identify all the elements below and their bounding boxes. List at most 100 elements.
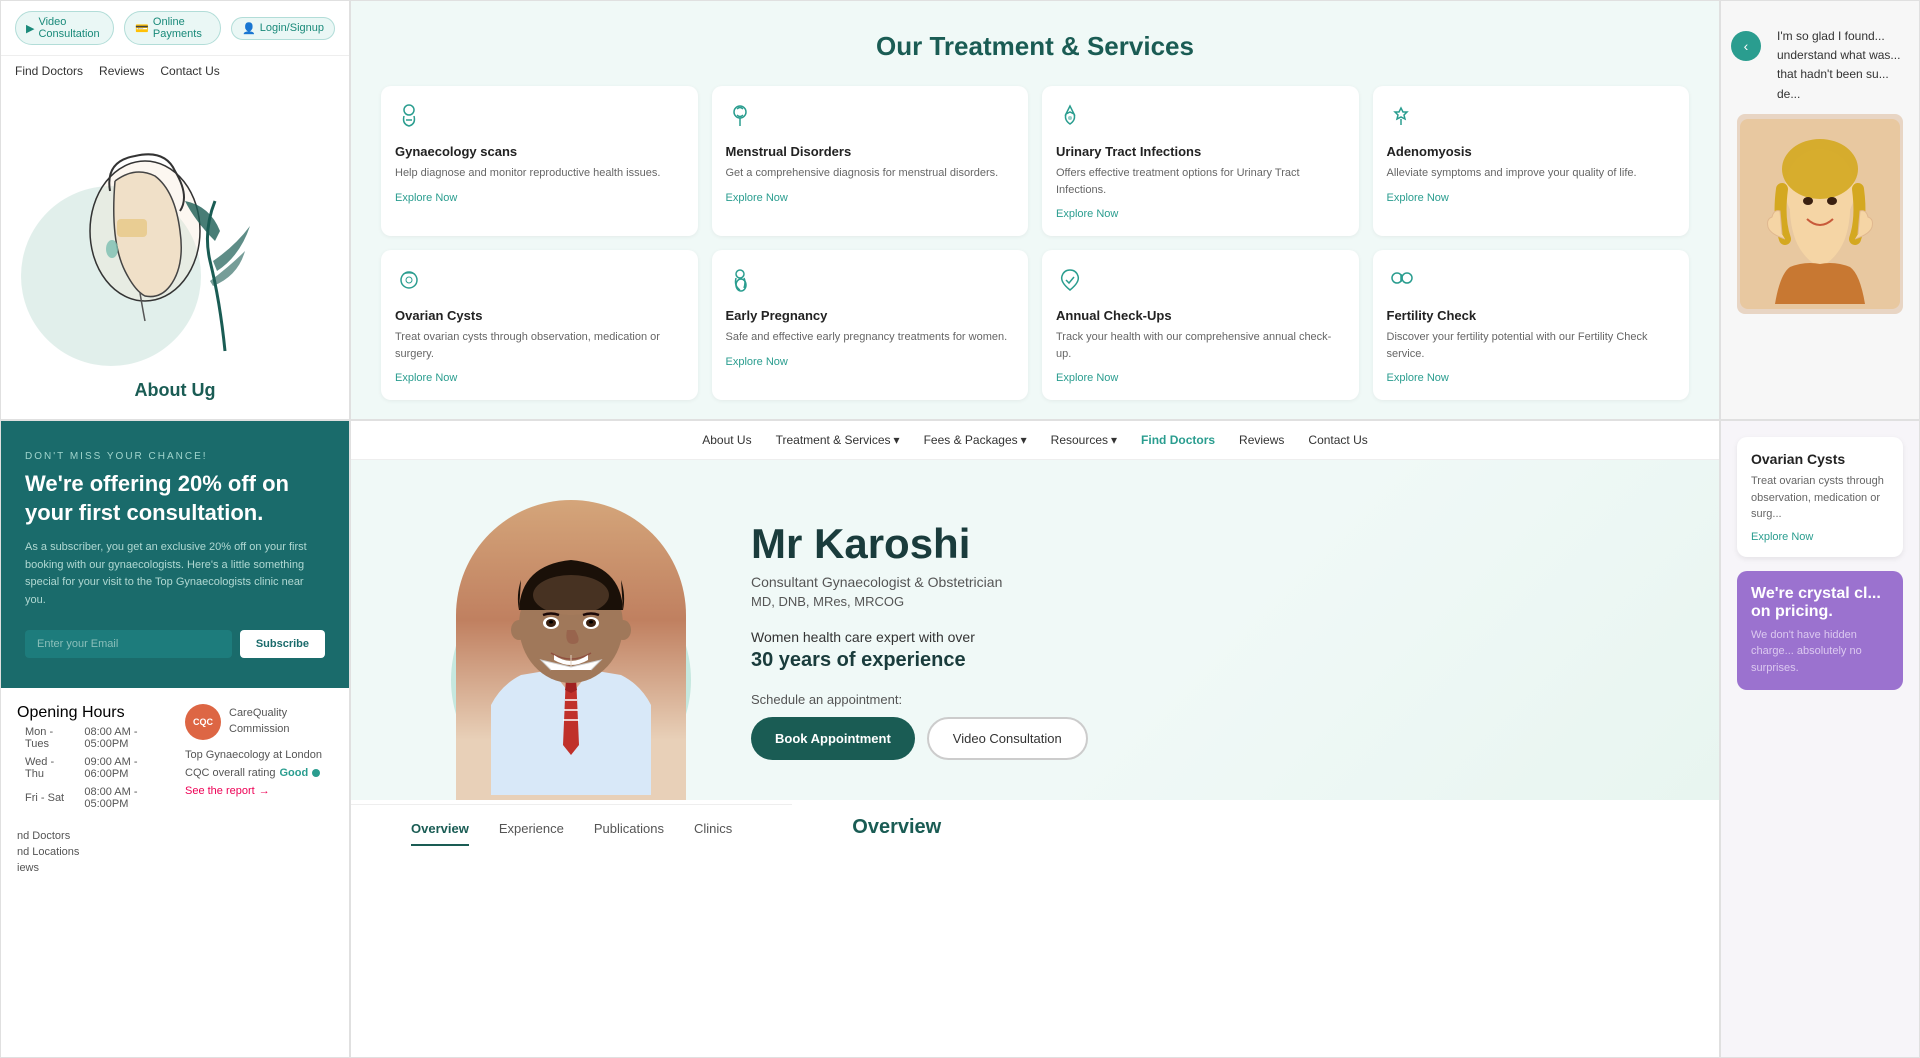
payment-icon: 💳: [135, 22, 149, 35]
chevron-down-icon-1: ▾: [894, 433, 900, 447]
user-icon: 👤: [242, 22, 256, 35]
doctor-title: Consultant Gynaecologist & Obstetrician: [751, 574, 1659, 590]
service-menstrual-disorders: Menstrual Disorders Get a comprehensive …: [712, 86, 1029, 236]
explore-8[interactable]: Explore Now: [1387, 372, 1676, 384]
nav-reviews[interactable]: Reviews: [99, 64, 144, 78]
explore-2[interactable]: Explore Now: [726, 192, 1015, 204]
video-consultation-button[interactable]: Video Consultation: [927, 717, 1088, 760]
tab-publications[interactable]: Publications: [594, 821, 664, 846]
hours-row-2: Wed - Thu 09:00 AM - 06:00PM: [19, 754, 173, 782]
ovarian-cysts-card: Ovarian Cysts Treat ovarian cysts throug…: [1737, 437, 1903, 557]
service-fertility-check: Fertility Check Discover your fertility …: [1373, 250, 1690, 400]
adenomyosis-icon: [1387, 102, 1676, 136]
explore-4[interactable]: Explore Now: [1387, 192, 1676, 204]
cqc-circle-logo: CQC: [185, 704, 221, 740]
service-uti: Urinary Tract Infections Offers effectiv…: [1042, 86, 1359, 236]
promo-desc: As a subscriber, you get an exclusive 20…: [25, 539, 325, 609]
opening-hours-title: Opening Hours: [17, 704, 175, 722]
time-3: 08:00 AM - 05:00PM: [78, 784, 173, 812]
chevron-down-icon-2: ▾: [1021, 433, 1027, 447]
nav-find-doctors[interactable]: Find Doctors: [15, 64, 83, 78]
doctor-info: Mr Karoshi Consultant Gynaecologist & Ob…: [711, 480, 1659, 800]
explore-3[interactable]: Explore Now: [1056, 208, 1345, 220]
panel-bottom-left: DON'T MISS YOUR CHANCE! We're offering 2…: [0, 420, 350, 1058]
hero-illustration: [1, 86, 349, 386]
footer-nav-reviews[interactable]: iews: [17, 862, 175, 874]
testimonial-text: I'm so glad I found... understand what w…: [1777, 27, 1903, 104]
secondary-nav: Find Doctors Reviews Contact Us: [1, 56, 349, 86]
video-icon: ▶: [26, 22, 34, 35]
footer-nav-locations[interactable]: nd Locations: [17, 846, 175, 858]
back-button[interactable]: ‹: [1731, 31, 1761, 61]
doctor-panel: About Us Treatment & Services ▾ Fees & P…: [350, 420, 1720, 1058]
nav-fees-packages[interactable]: Fees & Packages ▾: [924, 433, 1027, 447]
service-title-2: Menstrual Disorders: [726, 144, 1015, 159]
tab-overview[interactable]: Overview: [411, 821, 469, 846]
overview-tabs-container: Overview Experience Publications Clinics: [351, 804, 792, 862]
explore-6[interactable]: Explore Now: [726, 356, 1015, 368]
see-report-link[interactable]: See the report →: [185, 785, 333, 797]
uti-icon: [1056, 102, 1345, 136]
service-desc-2: Get a comprehensive diagnosis for menstr…: [726, 165, 1015, 182]
fertility-icon: [1387, 266, 1676, 300]
service-early-pregnancy: Early Pregnancy Safe and effective early…: [712, 250, 1029, 400]
explore-1[interactable]: Explore Now: [395, 192, 684, 204]
time-1: 08:00 AM - 05:00PM: [78, 724, 173, 752]
panel-top-left: ▶ Video Consultation 💳 Online Payments 👤…: [0, 0, 350, 420]
explore-5[interactable]: Explore Now: [395, 372, 684, 384]
services-title: Our Treatment & Services: [381, 31, 1689, 62]
service-desc-8: Discover your fertility potential with o…: [1387, 329, 1676, 362]
subscribe-button[interactable]: Subscribe: [240, 630, 325, 658]
nav-contact[interactable]: Contact Us: [160, 64, 219, 78]
tab-clinics[interactable]: Clinics: [694, 821, 732, 846]
time-2: 09:00 AM - 06:00PM: [78, 754, 173, 782]
login-signup-btn[interactable]: 👤 Login/Signup: [231, 17, 335, 40]
cqc-name: CareQualityCommission: [229, 706, 290, 737]
nav-about-us[interactable]: About Us: [702, 433, 751, 447]
menstrual-icon: [726, 102, 1015, 136]
cqc-location: Top Gynaecology at London: [185, 748, 333, 763]
doctor-appointment-label: Schedule an appointment:: [751, 692, 1659, 707]
ovarian-icon: [395, 266, 684, 300]
book-appointment-button[interactable]: Book Appointment: [751, 717, 915, 760]
service-desc-5: Treat ovarian cysts through observation,…: [395, 329, 684, 362]
doctor-exp-years: 30 years of experience: [751, 649, 1659, 672]
arrow-right-icon: →: [259, 785, 270, 797]
tab-experience[interactable]: Experience: [499, 821, 564, 846]
video-consultation-btn[interactable]: ▶ Video Consultation: [15, 11, 114, 45]
footer-nav-items: nd Doctors nd Locations iews: [17, 830, 175, 874]
service-title-5: Ovarian Cysts: [395, 308, 684, 323]
footer-grid: Opening Hours Mon - Tues 08:00 AM - 05:0…: [1, 688, 349, 890]
ovarian-card-title: Ovarian Cysts: [1751, 451, 1889, 467]
service-desc-3: Offers effective treatment options for U…: [1056, 165, 1345, 198]
footer-nav-find[interactable]: nd Doctors: [17, 830, 175, 842]
email-input[interactable]: [25, 630, 232, 658]
doctor-exp-text: Women health care expert with over: [751, 629, 1659, 645]
cqc-rating-value: Good: [279, 767, 308, 779]
promo-title: We're offering 20% off on your first con…: [25, 470, 325, 527]
nav-find-doctors-bottom[interactable]: Find Doctors: [1141, 433, 1215, 447]
pricing-transparency-card: We're crystal cl... on pricing. We don't…: [1737, 571, 1903, 691]
days-3: Fri - Sat: [19, 784, 76, 812]
service-title-3: Urinary Tract Infections: [1056, 144, 1345, 159]
explore-7[interactable]: Explore Now: [1056, 372, 1345, 384]
about-ug-label: About Ug: [135, 380, 216, 401]
ovarian-explore-link[interactable]: Explore Now: [1751, 531, 1889, 543]
nav-reviews-bottom[interactable]: Reviews: [1239, 433, 1284, 447]
service-annual-checkups: Annual Check-Ups Track your health with …: [1042, 250, 1359, 400]
panel-bottom-right: Ovarian Cysts Treat ovarian cysts throug…: [1720, 420, 1920, 1058]
cqc-rating-dot: [312, 769, 320, 777]
nav-treatment-services[interactable]: Treatment & Services ▾: [776, 433, 900, 447]
top-nav-bar: ▶ Video Consultation 💳 Online Payments 👤…: [1, 1, 349, 56]
service-adenomyosis: Adenomyosis Alleviate symptoms and impro…: [1373, 86, 1690, 236]
testimonial-panel: ‹ I'm so glad I found... understand what…: [1720, 0, 1920, 420]
online-payments-btn[interactable]: 💳 Online Payments: [124, 11, 221, 45]
service-title-8: Fertility Check: [1387, 308, 1676, 323]
nav-resources[interactable]: Resources ▾: [1051, 433, 1117, 447]
nav-contact-bottom[interactable]: Contact Us: [1308, 433, 1367, 447]
doctor-photo: [456, 500, 686, 800]
service-title-1: Gynaecology scans: [395, 144, 684, 159]
service-desc-6: Safe and effective early pregnancy treat…: [726, 329, 1015, 346]
pricing-title: We're crystal cl... on pricing.: [1751, 585, 1889, 621]
services-panel: Our Treatment & Services Gynaecology sca…: [350, 0, 1720, 420]
